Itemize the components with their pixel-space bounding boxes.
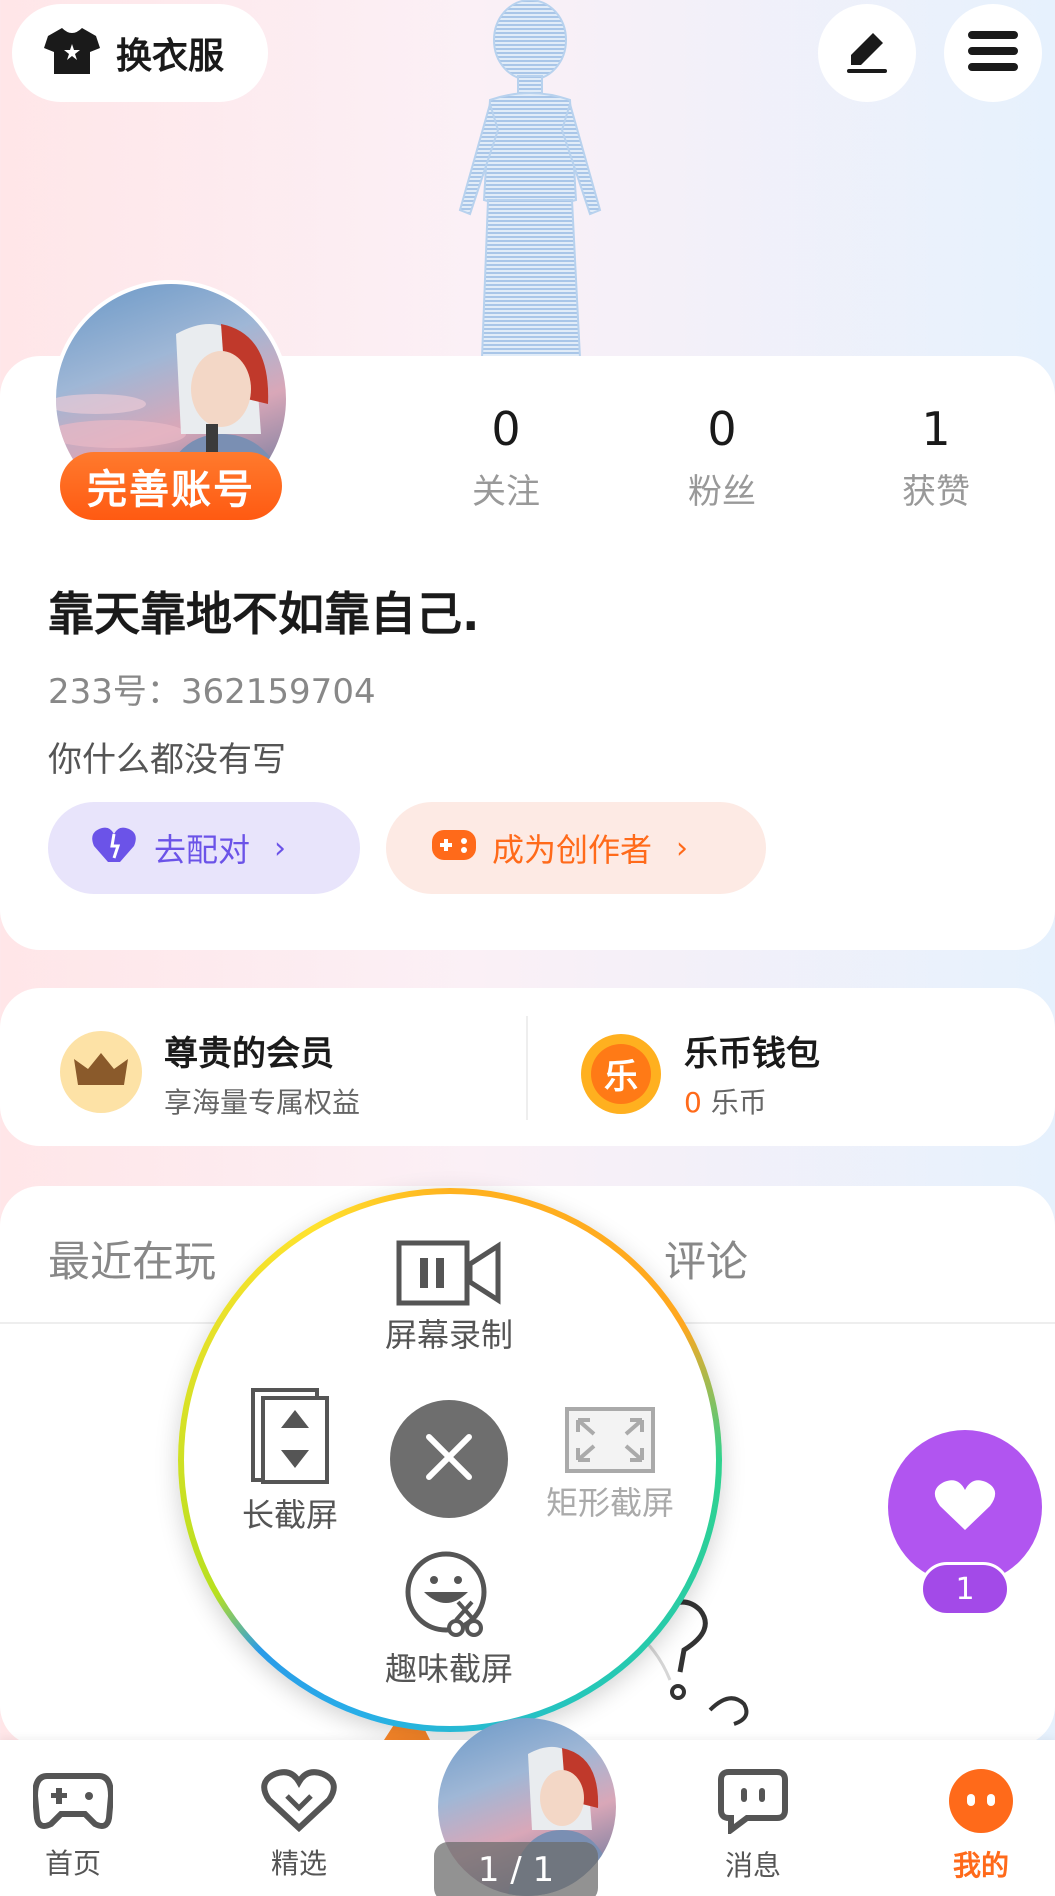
tab-comments[interactable]: 评论 xyxy=(664,1228,748,1289)
match-label: 去配对 xyxy=(154,831,251,869)
wardrobe-button[interactable]: 换衣服 xyxy=(12,4,268,102)
edit-button[interactable] xyxy=(818,4,916,102)
stat-label: 获赞 xyxy=(902,472,970,512)
chevron-right-icon: › xyxy=(274,830,287,866)
crown-icon xyxy=(60,1030,142,1117)
nav-label: 我的 xyxy=(952,1849,1009,1882)
nav-featured[interactable]: 精选 xyxy=(244,1768,354,1882)
smiley-scissors-icon xyxy=(404,1551,494,1644)
coin-icon: 乐 xyxy=(580,1033,662,1115)
creator-label: 成为创作者 xyxy=(492,831,653,869)
stat-value: 0 xyxy=(707,402,737,456)
wallet-unit: 乐币 xyxy=(710,1086,767,1119)
long-screenshot-label: 长截屏 xyxy=(241,1496,338,1534)
scroll-capture-icon xyxy=(249,1388,331,1490)
wardrobe-label: 换衣服 xyxy=(116,36,225,77)
pencil-icon xyxy=(843,27,891,79)
rect-screenshot-button[interactable]: 矩形截屏 xyxy=(540,1406,680,1524)
gamepad-plus-icon xyxy=(430,824,478,872)
fun-screenshot-button[interactable]: 趣味截屏 xyxy=(376,1550,522,1690)
wallet-amount: 0 xyxy=(684,1086,702,1119)
stat-value: 1 xyxy=(921,402,951,456)
tshirt-icon xyxy=(44,26,100,80)
stat-label: 粉丝 xyxy=(688,472,756,512)
like-fab[interactable] xyxy=(888,1430,1042,1584)
chevron-right-icon: › xyxy=(676,830,689,866)
match-button[interactable]: 去配对 › xyxy=(48,802,360,894)
profile-dots-icon xyxy=(945,1769,1017,1838)
gamepad-icon xyxy=(31,1773,115,1836)
screen-record-button[interactable]: 屏幕录制 xyxy=(376,1240,522,1356)
page-indicator: 1 / 1 xyxy=(434,1842,598,1896)
stat-value: 0 xyxy=(491,402,521,456)
wallet-title: 乐币钱包 xyxy=(684,1034,820,1074)
divider xyxy=(526,1016,528,1120)
expand-frame-icon xyxy=(564,1407,656,1478)
close-tool-button[interactable] xyxy=(390,1400,508,1518)
heart-outline-icon xyxy=(261,1769,337,1836)
stat-following[interactable]: 0 关注 xyxy=(446,402,566,513)
member-entry[interactable]: 尊贵的会员 享海量专属权益 xyxy=(60,1026,360,1121)
close-icon xyxy=(425,1433,473,1485)
nav-label: 首页 xyxy=(44,1847,101,1880)
member-subtitle: 享海量专属权益 xyxy=(164,1086,361,1119)
become-creator-button[interactable]: 成为创作者 › xyxy=(386,802,766,894)
coin-glyph: 乐 xyxy=(604,1057,638,1097)
nickname: 靠天靠地不如靠自己. xyxy=(48,587,480,641)
complete-account-button[interactable]: 完善账号 xyxy=(60,452,282,520)
like-count-badge: 1 xyxy=(920,1562,1010,1616)
heart-icon xyxy=(934,1478,996,1536)
stat-likes[interactable]: 1 获赞 xyxy=(876,402,996,513)
hamburger-icon xyxy=(968,29,1018,77)
wallet-entry[interactable]: 乐 乐币钱包 0 乐币 xyxy=(580,1026,820,1121)
nav-messages[interactable]: 消息 xyxy=(698,1768,808,1884)
tab-recent-played[interactable]: 最近在玩 xyxy=(48,1228,216,1289)
heart-pair-icon xyxy=(92,824,140,872)
user-id: 233号：362159704 xyxy=(48,672,376,712)
screen-record-label: 屏幕录制 xyxy=(384,1316,513,1354)
stat-fans[interactable]: 0 粉丝 xyxy=(662,402,782,513)
member-title: 尊贵的会员 xyxy=(164,1034,334,1074)
avatar-figure[interactable] xyxy=(430,0,630,359)
bio[interactable]: 你什么都没有写 xyxy=(48,732,286,781)
long-screenshot-button[interactable]: 长截屏 xyxy=(234,1386,346,1536)
stat-label: 关注 xyxy=(472,472,540,512)
fun-screenshot-label: 趣味截屏 xyxy=(384,1650,513,1688)
nav-mine[interactable]: 我的 xyxy=(926,1768,1036,1884)
nav-home[interactable]: 首页 xyxy=(18,1768,128,1882)
video-camera-pause-icon xyxy=(396,1240,502,1310)
nav-label: 精选 xyxy=(270,1847,327,1880)
chat-icon xyxy=(717,1769,789,1838)
menu-button[interactable] xyxy=(944,4,1042,102)
rect-screenshot-label: 矩形截屏 xyxy=(545,1484,674,1522)
nav-label: 消息 xyxy=(724,1849,781,1882)
